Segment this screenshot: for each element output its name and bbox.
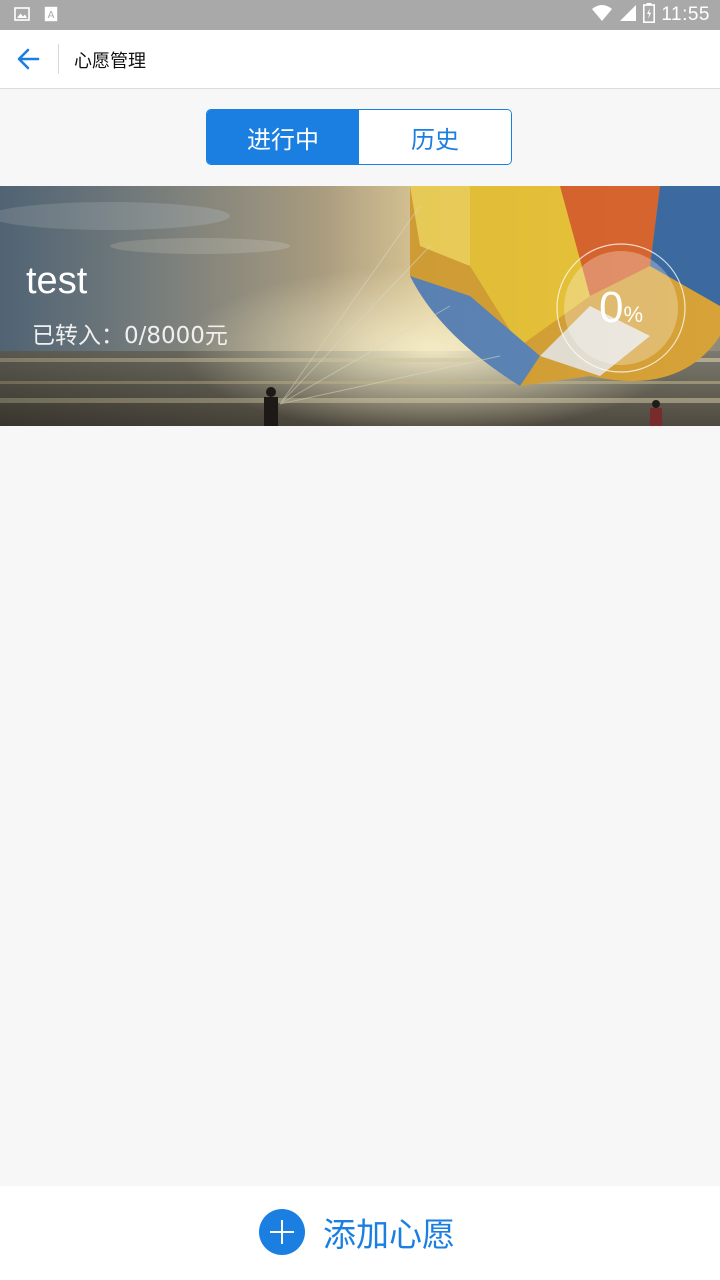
wish-title: test — [26, 260, 88, 302]
battery-icon — [643, 3, 656, 27]
text-a-notification-icon: A — [44, 6, 58, 26]
arrow-left-icon — [17, 48, 40, 70]
wish-transferred-amount: 已转入：0/8000元 — [32, 323, 228, 349]
tab-in-progress[interactable]: 进行中 — [207, 110, 359, 164]
back-button[interactable] — [12, 43, 46, 75]
wifi-icon — [591, 4, 613, 26]
app-bar: 心愿管理 — [0, 30, 720, 89]
image-notification-icon — [14, 6, 30, 26]
status-tabs: 进行中 历史 — [206, 109, 512, 165]
progress-percentage: 0 % — [556, 243, 686, 373]
status-time: 11:55 — [661, 4, 710, 25]
tab-history[interactable]: 历史 — [359, 110, 511, 164]
page-title: 心愿管理 — [74, 51, 146, 72]
add-wish-label: 添加心愿 — [323, 1215, 455, 1254]
wish-card[interactable]: test 已转入：0/8000元 0 % — [0, 186, 720, 426]
progress-value: 0 — [598, 283, 624, 332]
add-wish-button[interactable]: 添加心愿 — [259, 1208, 455, 1256]
status-bar: A 11:55 — [0, 0, 720, 30]
header-divider — [58, 44, 59, 74]
signal-icon — [619, 4, 637, 26]
plus-icon — [259, 1209, 305, 1255]
bottom-bar: 添加心愿 — [0, 1186, 720, 1280]
svg-text:A: A — [48, 10, 55, 21]
progress-unit: % — [623, 302, 644, 327]
